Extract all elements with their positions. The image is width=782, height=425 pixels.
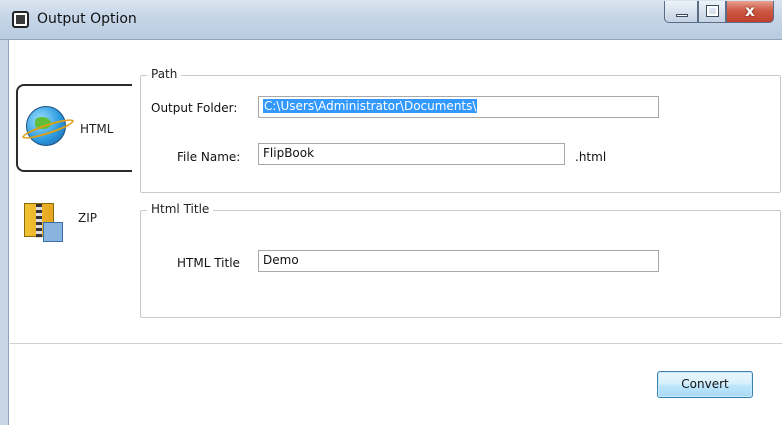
window-left-frame [0, 40, 9, 425]
output-folder-value: C:\Users\Administrator\Documents\ [263, 99, 478, 113]
html-title-value: Demo [263, 253, 299, 267]
minimize-button[interactable] [664, 1, 698, 23]
html-title-label: HTML Title [177, 256, 240, 270]
close-icon: x [745, 2, 755, 20]
minimize-icon [676, 14, 688, 17]
path-group-legend: Path [147, 67, 182, 81]
maximize-button[interactable] [698, 1, 726, 23]
close-button[interactable]: x [726, 1, 774, 23]
app-window-icon [12, 11, 29, 28]
title-bar[interactable]: Output Option x [0, 0, 782, 40]
sidebar-item-html[interactable]: HTML [16, 84, 132, 172]
file-suffix: .html [575, 150, 607, 164]
html-title-group: Html Title HTML Title Demo [140, 202, 781, 318]
convert-button[interactable]: Convert [657, 371, 753, 398]
html-title-group-legend: Html Title [147, 202, 214, 216]
maximize-icon [706, 5, 719, 17]
window-title: Output Option [37, 11, 137, 27]
path-group: Path Output Folder: C:\Users\Administrat… [140, 67, 781, 193]
output-folder-label: Output Folder: [151, 101, 238, 115]
footer-divider [10, 343, 782, 344]
file-name-label: File Name: [177, 150, 241, 164]
sidebar-item-label: ZIP [78, 211, 97, 225]
zip-archive-icon [24, 203, 63, 242]
sidebar-item-zip[interactable]: ZIP [16, 195, 132, 245]
file-name-value: FlipBook [263, 146, 315, 160]
output-option-dialog: Output Option x HTML ZIP Path Output Fol… [0, 0, 782, 425]
html-title-input[interactable]: Demo [258, 250, 659, 272]
output-folder-input[interactable]: C:\Users\Administrator\Documents\ [258, 96, 659, 118]
sidebar-item-label: HTML [80, 122, 114, 136]
globe-icon [26, 106, 66, 146]
file-name-input[interactable]: FlipBook [258, 143, 565, 165]
